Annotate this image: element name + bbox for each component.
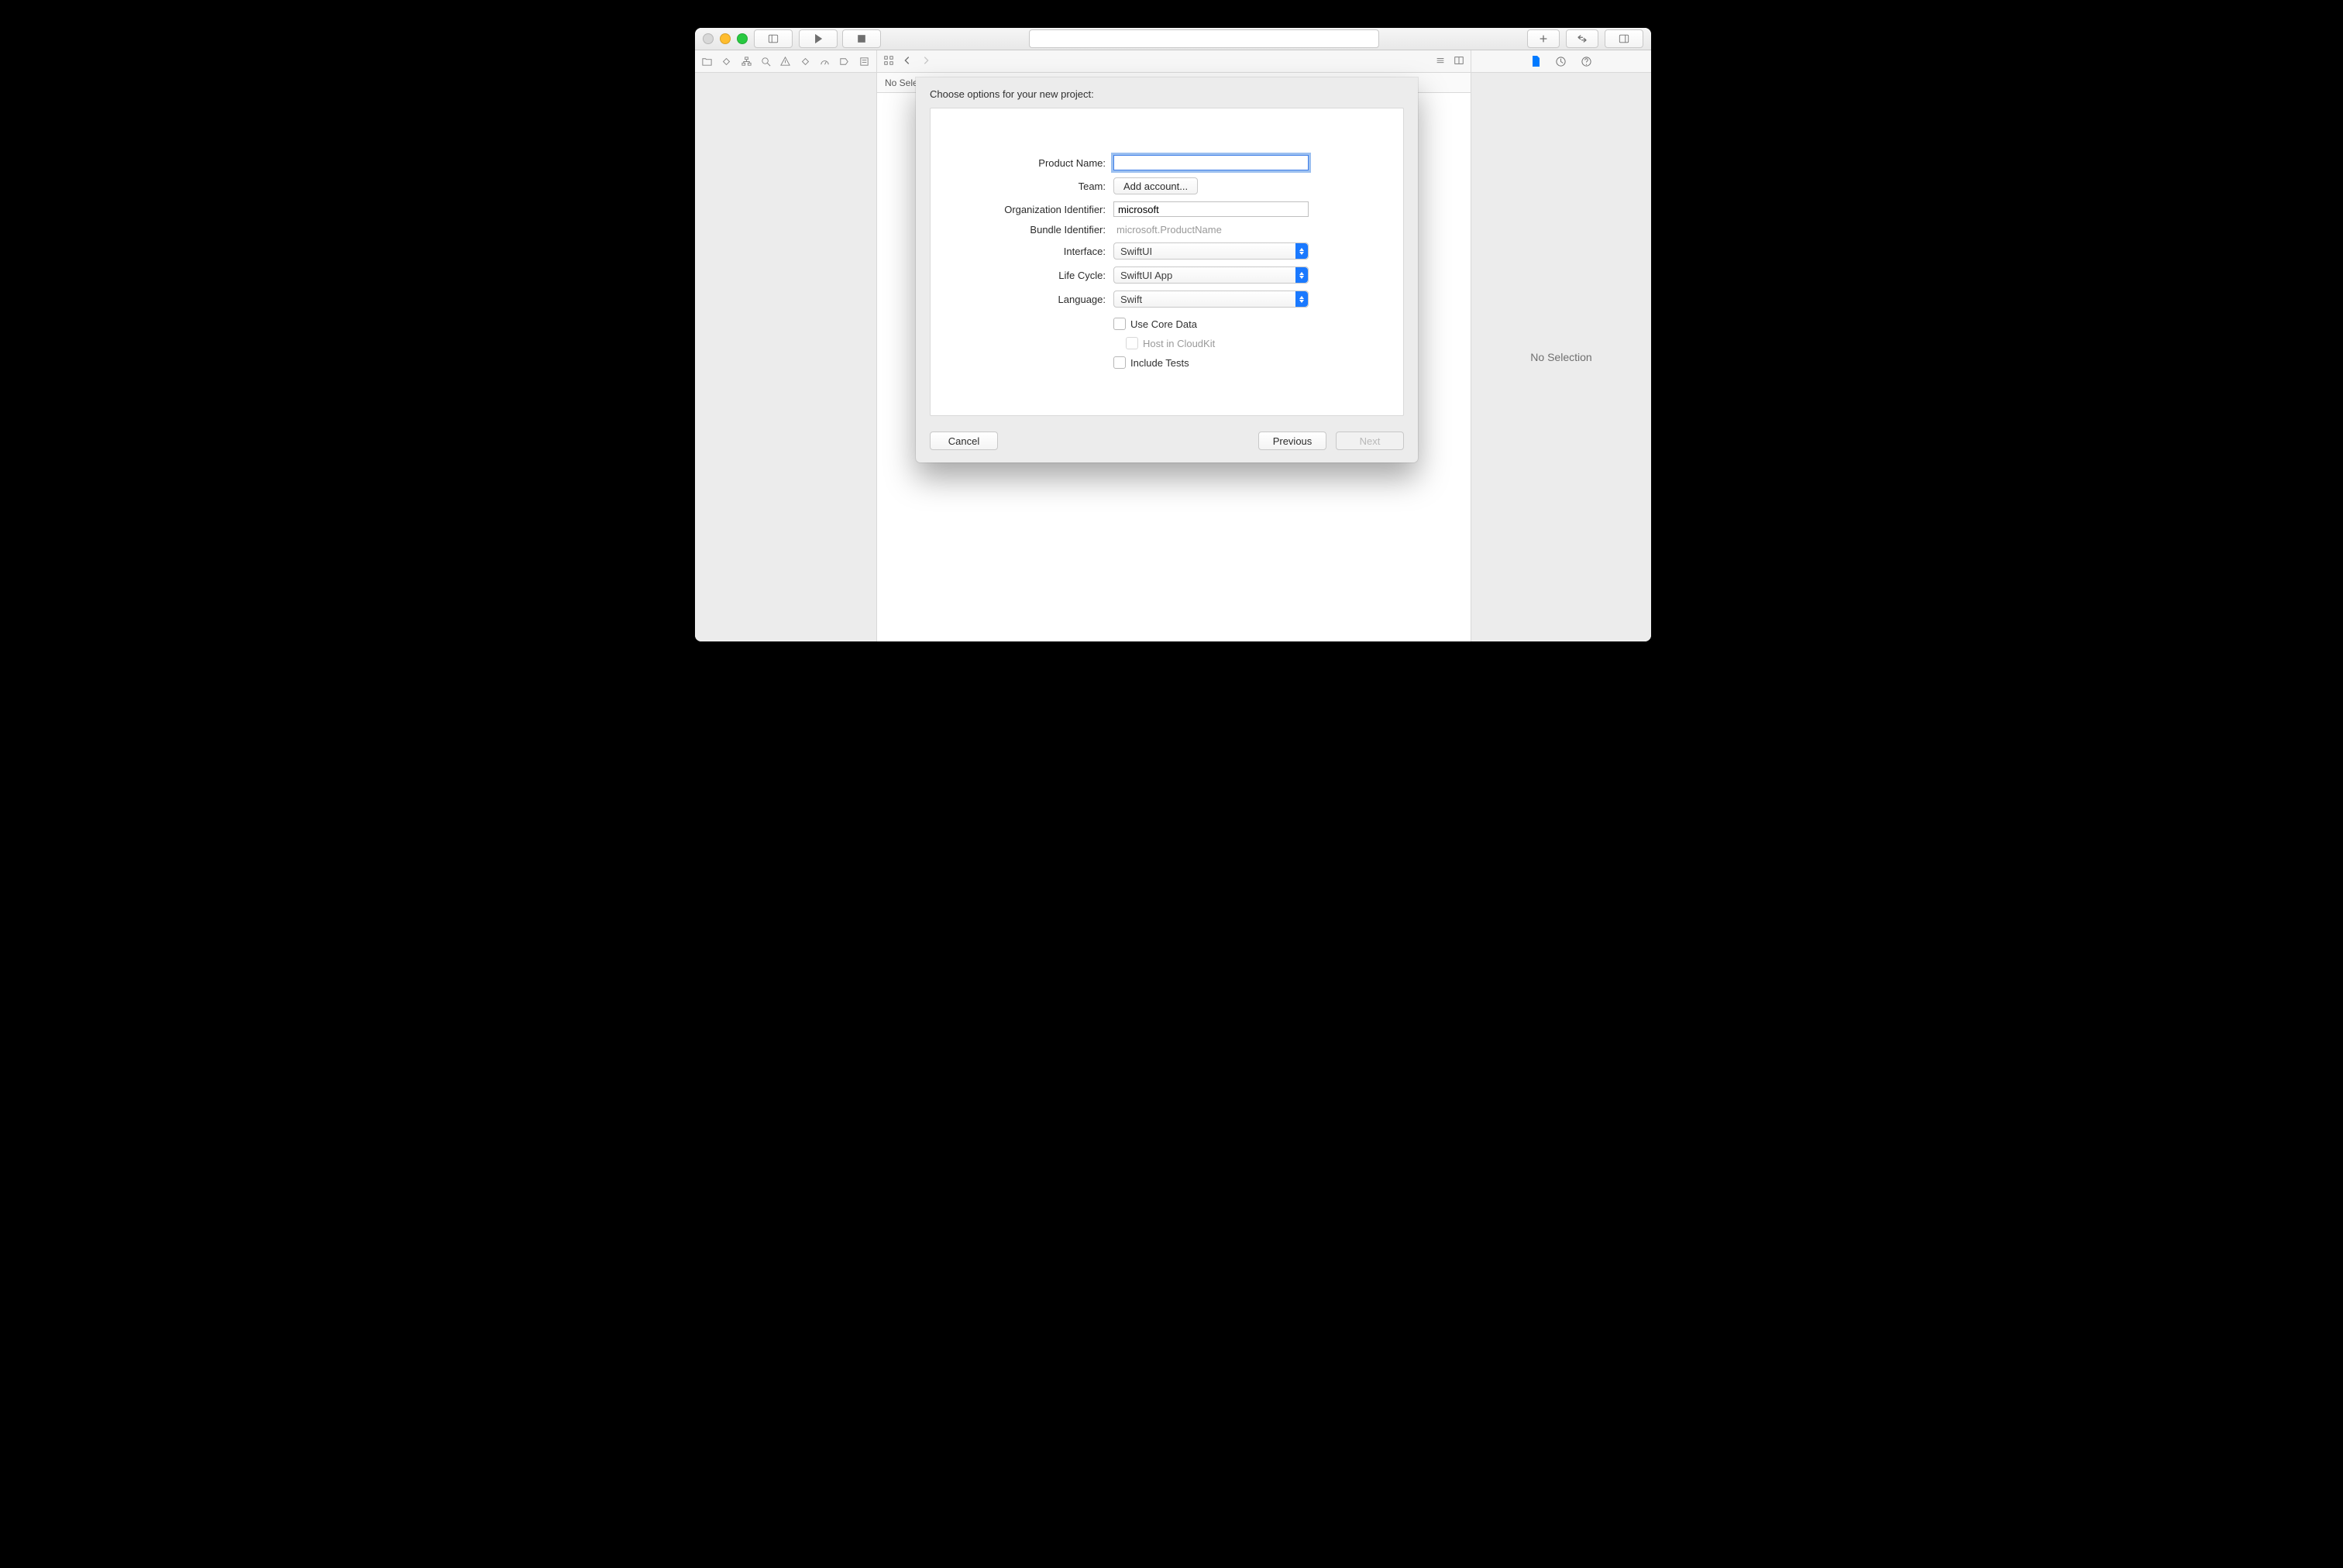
toggle-inspector-button[interactable] xyxy=(1605,29,1643,48)
next-button: Next xyxy=(1336,432,1404,450)
clock-icon xyxy=(1555,56,1567,67)
run-button[interactable] xyxy=(799,29,838,48)
bundle-identifier-value: microsoft.ProductName xyxy=(1113,224,1222,236)
document-icon xyxy=(1530,55,1541,67)
play-icon xyxy=(813,33,824,44)
stepper-arrows-icon xyxy=(1295,267,1308,283)
traffic-lights xyxy=(703,33,748,44)
help-inspector-tab[interactable] xyxy=(1581,56,1592,67)
titlebar xyxy=(695,28,1651,50)
help-icon xyxy=(1581,56,1592,67)
diamond-icon xyxy=(800,56,811,67)
run-controls xyxy=(799,29,881,48)
language-popup[interactable]: Swift xyxy=(1113,291,1309,308)
editor-tab-bar xyxy=(877,50,1471,73)
checkbox-icon xyxy=(1126,337,1138,349)
add-account-button[interactable]: Add account... xyxy=(1113,177,1198,194)
lifecycle-popup-value: SwiftUI App xyxy=(1120,270,1172,281)
language-label: Language: xyxy=(954,294,1106,305)
split-icon xyxy=(1454,55,1464,66)
plus-icon xyxy=(1538,33,1549,44)
report-navigator-tab[interactable] xyxy=(858,54,870,68)
stop-button[interactable] xyxy=(842,29,881,48)
team-label: Team: xyxy=(954,181,1106,192)
inspector-empty-label: No Selection xyxy=(1530,351,1591,363)
include-tests-checkbox[interactable]: Include Tests xyxy=(1113,356,1380,369)
scm-icon xyxy=(721,56,732,67)
issue-navigator-tab[interactable] xyxy=(779,54,791,68)
navigator-tabs xyxy=(695,50,876,73)
interface-popup-value: SwiftUI xyxy=(1120,246,1152,257)
symbol-navigator-tab[interactable] xyxy=(741,54,752,68)
interface-popup[interactable]: SwiftUI xyxy=(1113,242,1309,260)
sheet-button-row: Cancel Previous Next xyxy=(930,432,1404,450)
add-editor-button[interactable] xyxy=(1454,55,1464,68)
lifecycle-label: Life Cycle: xyxy=(954,270,1106,281)
activity-viewer[interactable] xyxy=(1029,29,1379,48)
language-popup-value: Swift xyxy=(1120,294,1142,305)
hierarchy-icon xyxy=(741,56,752,67)
interface-label: Interface: xyxy=(954,246,1106,257)
bundle-id-label: Bundle Identifier: xyxy=(954,224,1106,236)
organization-identifier-input[interactable] xyxy=(1113,201,1309,217)
use-core-data-label: Use Core Data xyxy=(1130,318,1197,330)
stepper-arrows-icon xyxy=(1295,291,1308,307)
stop-icon xyxy=(856,33,867,44)
inspector-tabs xyxy=(1471,50,1651,73)
sheet-title: Choose options for your new project: xyxy=(930,88,1404,100)
sheet-panel: Product Name: Team: Add account... Organ… xyxy=(930,108,1404,416)
stepper-arrows-icon xyxy=(1295,243,1308,259)
debug-navigator-tab[interactable] xyxy=(819,54,831,68)
search-icon xyxy=(760,56,772,67)
related-items-button[interactable] xyxy=(883,55,894,68)
source-control-navigator-tab[interactable] xyxy=(721,54,732,68)
history-inspector-tab[interactable] xyxy=(1555,56,1567,67)
checkbox-icon xyxy=(1113,356,1126,369)
host-in-cloudkit-label: Host in CloudKit xyxy=(1143,338,1215,349)
lifecycle-popup[interactable]: SwiftUI App xyxy=(1113,266,1309,284)
breakpoint-navigator-tab[interactable] xyxy=(838,54,850,68)
navigator-pane xyxy=(695,50,877,641)
test-navigator-tab[interactable] xyxy=(800,54,811,68)
project-navigator-tab[interactable] xyxy=(701,54,713,68)
checkbox-icon xyxy=(1113,318,1126,330)
grid-icon xyxy=(883,55,894,66)
warning-icon xyxy=(779,56,791,67)
library-button[interactable] xyxy=(1527,29,1560,48)
new-project-sheet: Choose options for your new project: Pro… xyxy=(916,77,1418,462)
find-navigator-tab[interactable] xyxy=(760,54,772,68)
folder-icon xyxy=(701,56,713,67)
code-review-button[interactable] xyxy=(1566,29,1598,48)
chevron-left-icon xyxy=(902,55,913,66)
chevron-right-icon xyxy=(920,55,931,66)
sidebar-right-icon xyxy=(1619,33,1629,44)
inspector-body: No Selection xyxy=(1471,73,1651,641)
editor-options-button[interactable] xyxy=(1435,55,1446,68)
xcode-window: No Selection No Selection Choose options… xyxy=(695,28,1651,641)
navigator-content xyxy=(695,73,876,641)
previous-button[interactable]: Previous xyxy=(1258,432,1326,450)
file-inspector-tab[interactable] xyxy=(1530,55,1541,67)
org-id-label: Organization Identifier: xyxy=(954,204,1106,215)
arrows-left-right-icon xyxy=(1577,33,1588,44)
forward-button[interactable] xyxy=(920,55,931,68)
close-window-button[interactable] xyxy=(703,33,714,44)
report-icon xyxy=(858,56,870,67)
back-button[interactable] xyxy=(902,55,913,68)
minimize-window-button[interactable] xyxy=(720,33,731,44)
sidebar-left-icon xyxy=(768,33,779,44)
project-options-form: Product Name: Team: Add account... Organ… xyxy=(954,155,1380,369)
use-core-data-checkbox[interactable]: Use Core Data xyxy=(1113,318,1380,330)
include-tests-label: Include Tests xyxy=(1130,357,1189,369)
gauge-icon xyxy=(819,56,831,67)
breakpoint-icon xyxy=(838,56,850,67)
host-in-cloudkit-checkbox: Host in CloudKit xyxy=(1126,337,1380,349)
product-name-label: Product Name: xyxy=(954,157,1106,169)
lines-icon xyxy=(1435,55,1446,66)
toggle-navigator-button[interactable] xyxy=(754,29,793,48)
cancel-button[interactable]: Cancel xyxy=(930,432,998,450)
inspector-pane: No Selection xyxy=(1471,50,1651,641)
zoom-window-button[interactable] xyxy=(737,33,748,44)
product-name-input[interactable] xyxy=(1113,155,1309,170)
